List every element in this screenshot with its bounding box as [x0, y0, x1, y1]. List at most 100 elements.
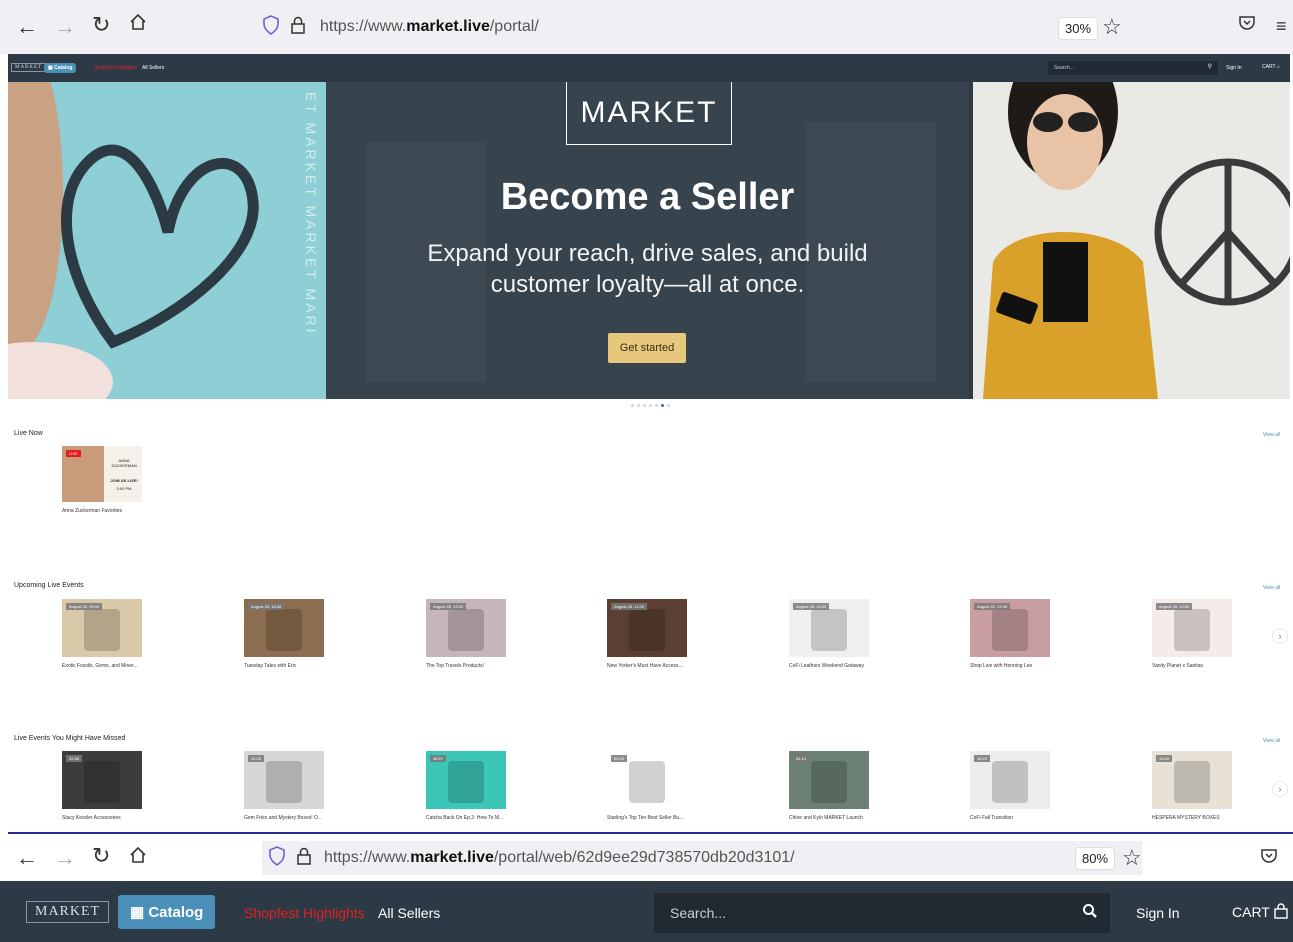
live-caption[interactable]: Anna Zuckerman Favorites	[62, 508, 142, 514]
event-caption[interactable]: Exotic Fossils, Gems, and Miner...	[62, 663, 142, 669]
event-caption[interactable]: New Yorker's Must Have Access...	[607, 663, 687, 669]
event-thumbnail[interactable]: 40:26	[244, 751, 324, 809]
reload-icon[interactable]: ↻	[92, 843, 110, 869]
carousel-dot-active[interactable]	[661, 404, 664, 407]
home-icon[interactable]	[128, 12, 148, 37]
zoom-level[interactable]: 80%	[1075, 847, 1116, 870]
star-icon[interactable]: ☆	[1122, 845, 1142, 871]
menu-icon[interactable]: ≡	[1276, 16, 1287, 37]
cart-link[interactable]: CART	[1232, 903, 1288, 920]
missed-next-arrow[interactable]: ›	[1272, 781, 1288, 797]
shopfest-highlights-link[interactable]: Shopfest Highlights	[244, 905, 365, 921]
event-badge: August 25, 11:00	[611, 603, 647, 610]
reload-icon[interactable]: ↻	[92, 12, 110, 38]
event-card[interactable]: August 26, 13:00 The Top Travels Products…	[426, 599, 506, 669]
event-card[interactable]: August 23, 16:30 Tuesday Tales with Eric	[244, 599, 324, 669]
event-card[interactable]: 16:23 CoFi Fall Transition	[970, 751, 1050, 821]
cart-label: CART	[1262, 64, 1276, 70]
event-badge: August 25, 09:00	[66, 603, 103, 610]
event-thumbnail[interactable]: August 25, 09:00	[62, 599, 142, 657]
event-card[interactable]: 09:25 Starling's Top Ten Best Seller Bu..…	[607, 751, 687, 821]
catalog-button[interactable]: ▦ Catalog	[118, 895, 216, 929]
search-icon[interactable]: ⚲	[1208, 63, 1212, 70]
event-caption[interactable]: HESPERA MYSTERY BOXES	[1152, 815, 1232, 821]
zoom-level[interactable]: 30%	[1058, 17, 1099, 40]
carousel-dot[interactable]	[637, 404, 640, 407]
event-thumbnail[interactable]: 16:00	[1152, 751, 1232, 809]
event-card[interactable]: 45:21 Catcha Back On Ep.2: How To M...	[426, 751, 506, 821]
upcoming-view-all[interactable]: View all	[1263, 585, 1280, 591]
event-card[interactable]: August 25, 09:00 Exotic Fossils, Gems, an…	[62, 599, 142, 669]
star-icon[interactable]: ☆	[1102, 14, 1122, 40]
carousel-dot[interactable]	[631, 404, 634, 407]
forward-icon[interactable]: →	[54, 14, 76, 40]
carousel-dot[interactable]	[667, 404, 670, 407]
back-icon[interactable]: ←	[16, 14, 38, 40]
event-caption[interactable]: Gem Fries and Mystery Boxes! O...	[244, 815, 324, 821]
address-bar[interactable]: https://www.market.live/portal/	[258, 8, 1138, 46]
event-card[interactable]: August 26, 13:30 CoFi Leathers Weekend Ge…	[789, 599, 869, 669]
event-caption[interactable]: Tuesday Tales with Eric	[244, 663, 324, 669]
thumbnail-image	[266, 761, 302, 803]
live-card[interactable]: LIVE ANNA ZUCKERMAN JOIN US LIVE! 3:00 P…	[62, 446, 142, 514]
upcoming-next-arrow[interactable]: ›	[1272, 628, 1288, 644]
event-caption[interactable]: Chloe and Kylo MARKET Launch	[789, 815, 869, 821]
pocket-icon[interactable]	[1238, 14, 1256, 37]
event-caption[interactable]: Starling's Top Ten Best Seller Bu...	[607, 815, 687, 821]
live-thumbnail[interactable]: LIVE ANNA ZUCKERMAN JOIN US LIVE! 3:00 P…	[62, 446, 142, 502]
event-thumbnail[interactable]: August 28, 10:00	[1152, 599, 1232, 657]
cart-link[interactable]: CART ⌂	[1262, 64, 1280, 70]
event-thumbnail[interactable]: August 26, 13:00	[426, 599, 506, 657]
event-card[interactable]: August 22, 13:30 Shop Live with Henning L…	[970, 599, 1050, 669]
event-caption[interactable]: CoFi Fall Transition	[970, 815, 1050, 821]
missed-view-all[interactable]: View all	[1263, 738, 1280, 744]
market-logo[interactable]: MARKET	[11, 63, 47, 72]
pocket-icon[interactable]	[1260, 847, 1278, 870]
event-caption[interactable]: The Top Travels Products!	[426, 663, 506, 669]
event-caption[interactable]: Shop Live with Henning Lee	[970, 663, 1050, 669]
search-icon[interactable]	[1082, 903, 1098, 924]
search-input[interactable]: Search...	[654, 893, 1110, 933]
home-icon[interactable]	[128, 845, 148, 870]
event-card[interactable]: August 25, 11:00 New Yorker's Must Have A…	[607, 599, 687, 669]
back-icon[interactable]: ←	[16, 845, 38, 871]
hero-market-logo: MARKET	[566, 82, 732, 145]
carousel-dot[interactable]	[655, 404, 658, 407]
event-thumbnail[interactable]: 09:25	[607, 751, 687, 809]
event-card[interactable]: 16:00 HESPERA MYSTERY BOXES	[1152, 751, 1232, 821]
event-thumbnail[interactable]: August 26, 13:30	[789, 599, 869, 657]
catalog-button[interactable]: ▦ Catalog	[44, 63, 77, 73]
event-caption[interactable]: Stacy Kessler Accessories	[62, 815, 142, 821]
shopfest-highlights-link[interactable]: Shopfest Highlights	[94, 65, 137, 71]
event-card[interactable]: 34:14 Chloe and Kylo MARKET Launch	[789, 751, 869, 821]
event-thumbnail[interactable]: August 22, 13:30	[970, 599, 1050, 657]
url-text: https://www.market.live/portal/	[320, 18, 539, 36]
event-card[interactable]: 40:26 Gem Fries and Mystery Boxes! O...	[244, 751, 324, 821]
event-thumbnail[interactable]: 34:14	[789, 751, 869, 809]
event-caption[interactable]: Catcha Back On Ep.2: How To M...	[426, 815, 506, 821]
sign-in-link[interactable]: Sign In	[1226, 65, 1242, 71]
event-thumbnail[interactable]: 32:58	[62, 751, 142, 809]
search-input[interactable]: Search... ⚲	[1048, 61, 1218, 75]
market-logo[interactable]: MARKET	[26, 901, 110, 923]
event-caption[interactable]: Vanity Planet x Sanitas	[1152, 663, 1232, 669]
carousel-dot[interactable]	[643, 404, 646, 407]
all-sellers-link[interactable]: All Sellers	[142, 65, 164, 71]
event-thumbnail[interactable]: August 23, 16:30	[244, 599, 324, 657]
event-thumbnail[interactable]: August 25, 11:00	[607, 599, 687, 657]
get-started-button[interactable]: Get started	[608, 333, 686, 363]
carousel-dots[interactable]	[631, 404, 670, 407]
sign-in-link[interactable]: Sign In	[1136, 905, 1180, 921]
event-card[interactable]: August 28, 10:00 Vanity Planet x Sanitas	[1152, 599, 1232, 669]
all-sellers-link[interactable]: All Sellers	[378, 905, 440, 921]
hero-carousel[interactable]: ET MARKET MARKET MARI MARKET Become a Se…	[8, 82, 1290, 399]
event-thumbnail[interactable]: 45:21	[426, 751, 506, 809]
carousel-dot[interactable]	[649, 404, 652, 407]
event-badge: 09:25	[611, 755, 628, 762]
event-card[interactable]: 32:58 Stacy Kessler Accessories	[62, 751, 142, 821]
event-thumbnail[interactable]: 16:23	[970, 751, 1050, 809]
live-now-view-all[interactable]: View all	[1263, 432, 1280, 438]
address-bar[interactable]: https://www.market.live/portal/web/62d9e…	[262, 841, 1142, 875]
event-caption[interactable]: CoFi Leathers Weekend Getaway	[789, 663, 869, 669]
forward-icon[interactable]: →	[54, 845, 76, 871]
